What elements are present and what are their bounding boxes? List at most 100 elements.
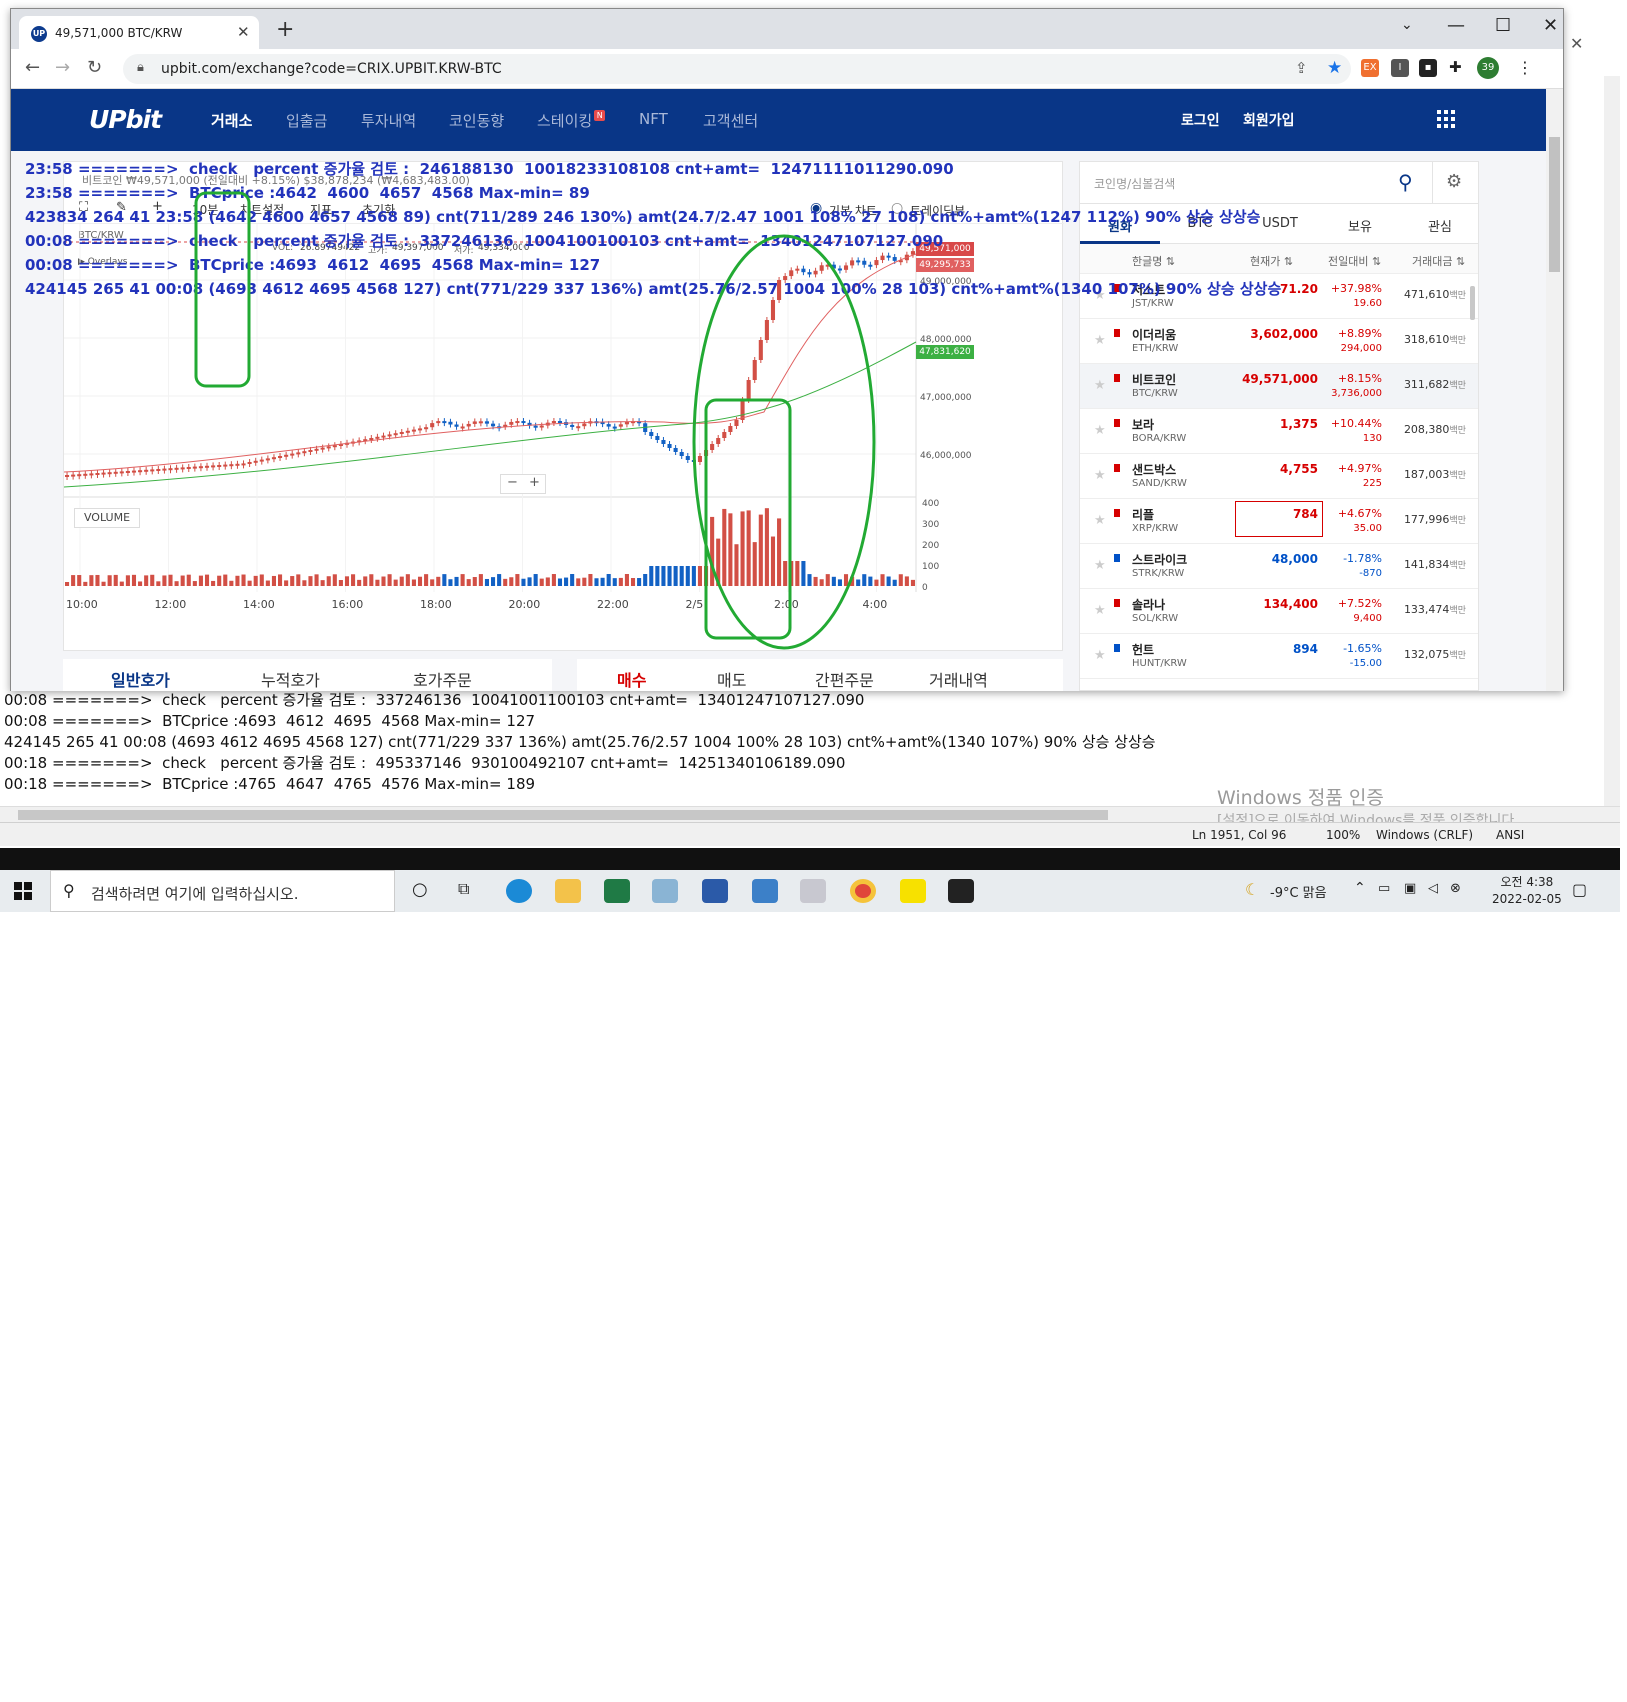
- forward-icon[interactable]: →: [55, 57, 70, 78]
- tab-search-icon[interactable]: ⌄: [1401, 17, 1413, 33]
- volume-icon[interactable]: ◁: [1428, 881, 1438, 896]
- notepad-app-icon[interactable]: [752, 879, 778, 903]
- candle: [697, 456, 702, 462]
- reload-icon[interactable]: ↻: [87, 57, 102, 78]
- nav-nft[interactable]: NFT: [639, 110, 668, 128]
- weather-text[interactable]: -9°C 맑음: [1270, 882, 1327, 901]
- tab-holdings[interactable]: 보유: [1320, 216, 1400, 235]
- star-icon[interactable]: ★: [1094, 603, 1106, 618]
- scrollbar-thumb[interactable]: [18, 810, 1108, 820]
- candle: [77, 474, 82, 477]
- close-icon[interactable]: ✕: [1570, 34, 1583, 53]
- star-icon[interactable]: ★: [1094, 648, 1106, 663]
- share-icon[interactable]: ⇪: [1295, 59, 1308, 77]
- profile-avatar[interactable]: 39: [1477, 57, 1499, 79]
- browser-vertical-scrollbar[interactable]: [1546, 89, 1563, 691]
- tab-orderbook-order[interactable]: 호가주문: [413, 667, 472, 691]
- back-icon[interactable]: ←: [25, 57, 40, 78]
- market-row[interactable]: ★ 헌트 HUNT/KRW 894 -1.65% -15.00 132,075백만: [1080, 634, 1478, 679]
- col-change[interactable]: 전일대비 ⇅: [1328, 253, 1381, 269]
- star-icon[interactable]: ★: [1094, 378, 1106, 393]
- tab-favorites[interactable]: 관심: [1400, 216, 1480, 235]
- star-icon[interactable]: ★: [1094, 558, 1106, 573]
- nav-support[interactable]: 고객센터: [703, 110, 758, 131]
- signup-link[interactable]: 회원가입: [1243, 110, 1295, 130]
- pycharm-icon[interactable]: [948, 879, 974, 903]
- market-row[interactable]: ★ 보라 BORA/KRW 1,375 +10.44% 130 208,380백만: [1080, 409, 1478, 454]
- tab-simple-order[interactable]: 간편주문: [815, 667, 874, 691]
- scrollbar-thumb[interactable]: [1549, 137, 1560, 272]
- file-explorer-icon[interactable]: [555, 879, 581, 903]
- extension-icon[interactable]: ▪: [1419, 59, 1437, 77]
- market-row[interactable]: ★ 샌드박스 SAND/KRW 4,755 +4.97% 225 187,003백만: [1080, 454, 1478, 499]
- star-icon[interactable]: ★: [1094, 513, 1106, 528]
- login-link[interactable]: 로그인: [1181, 110, 1220, 130]
- coin-change-amt: 225: [1362, 478, 1382, 489]
- upbit-logo[interactable]: UPbit: [89, 105, 162, 134]
- col-volume[interactable]: 거래대금 ⇅: [1412, 253, 1465, 269]
- taskbar-search[interactable]: ⚲ 검색하려면 여기에 입력하십시오.: [50, 870, 395, 912]
- search-icon[interactable]: ⚲: [1398, 170, 1413, 194]
- nav-staking[interactable]: 스테이킹 N: [537, 110, 606, 131]
- bookmark-star-icon[interactable]: ★: [1327, 58, 1342, 78]
- minimize-icon[interactable]: —: [1447, 15, 1465, 36]
- excel-icon[interactable]: [604, 879, 630, 903]
- notepad-text[interactable]: 00:08 =======> check percent 증가율 검토 : 33…: [4, 690, 1156, 795]
- tab-trade-history[interactable]: 거래내역: [929, 667, 988, 691]
- extension-icon[interactable]: EX: [1361, 59, 1379, 77]
- chrome-icon[interactable]: [850, 879, 876, 903]
- window-close-icon[interactable]: ✕: [1543, 15, 1558, 36]
- task-view-icon[interactable]: ⧉: [458, 879, 469, 899]
- volume-bar: [180, 575, 185, 586]
- market-row[interactable]: ★ 솔라나 SOL/KRW 134,400 +7.52% 9,400 133,474백만: [1080, 589, 1478, 634]
- tab-close-icon[interactable]: ✕: [237, 23, 250, 41]
- taskbar-search-placeholder: 검색하려면 여기에 입력하십시오.: [91, 885, 299, 903]
- candle: [424, 427, 429, 430]
- cortana-icon[interactable]: ○: [412, 879, 428, 900]
- chevron-up-icon[interactable]: ⌃: [1354, 880, 1366, 896]
- market-scrollbar-thumb[interactable]: [1470, 286, 1475, 320]
- star-icon[interactable]: ★: [1094, 333, 1106, 348]
- word-icon[interactable]: [702, 879, 728, 903]
- maximize-icon[interactable]: ☐: [1495, 15, 1511, 36]
- address-bar[interactable]: 🔒︎ upbit.com/exchange?code=CRIX.UPBIT.KR…: [123, 54, 1351, 84]
- network-icon[interactable]: ▣: [1404, 881, 1416, 896]
- market-row[interactable]: ★ 이더리움 ETH/KRW 3,602,000 +8.89% 294,000 318,61…: [1080, 319, 1478, 364]
- clock[interactable]: 오전 4:38 2022-02-05: [1492, 874, 1562, 908]
- market-row[interactable]: ★ 비트코인 BTC/KRW 49,571,000 +8.15% 3,736,000 311…: [1080, 364, 1478, 409]
- nav-exchange[interactable]: 거래소: [211, 110, 252, 131]
- zoom-out-button[interactable]: −: [507, 475, 518, 490]
- tab-cumulative-orderbook[interactable]: 누적호가: [261, 667, 320, 691]
- menu-dots-icon[interactable]: ⋮: [1517, 58, 1533, 77]
- tab-buy[interactable]: 매수: [617, 667, 646, 691]
- ime-icon[interactable]: ⊗: [1450, 881, 1461, 896]
- battery-icon[interactable]: ▭: [1378, 881, 1390, 896]
- extension-icon[interactable]: I: [1391, 59, 1409, 77]
- nav-trends[interactable]: 코인동향: [449, 110, 504, 131]
- tab-sell[interactable]: 매도: [717, 667, 746, 691]
- windows-start-icon[interactable]: [14, 882, 32, 900]
- paint-icon[interactable]: [800, 879, 826, 903]
- market-row[interactable]: ★ 스트라이크 STRK/KRW 48,000 -1.78% -870 141,834백만: [1080, 544, 1478, 589]
- volume-bar: [521, 578, 526, 586]
- star-icon[interactable]: ★: [1094, 468, 1106, 483]
- app-icon[interactable]: [652, 879, 678, 903]
- coin-volume: 177,996백만: [1404, 513, 1466, 526]
- volume-bar: [424, 574, 429, 586]
- nav-investments[interactable]: 투자내역: [361, 110, 416, 131]
- gear-icon[interactable]: ⚙: [1446, 171, 1462, 192]
- notepad-vertical-scrollbar[interactable]: [1604, 76, 1620, 806]
- tab-general-orderbook[interactable]: 일반호가: [111, 667, 170, 691]
- new-tab-button[interactable]: +: [276, 17, 294, 42]
- edge-icon[interactable]: [506, 879, 532, 903]
- kakaotalk-icon[interactable]: [900, 879, 926, 903]
- volume-bar: [211, 580, 216, 586]
- nav-deposit[interactable]: 입출금: [286, 110, 327, 131]
- grid-menu-icon[interactable]: [1437, 110, 1455, 128]
- coin-volume-value: 187,003: [1403, 468, 1450, 481]
- zoom-in-button[interactable]: +: [529, 475, 540, 490]
- notification-icon[interactable]: ▢: [1572, 880, 1587, 899]
- puzzle-icon[interactable]: ✚: [1449, 58, 1462, 76]
- star-icon[interactable]: ★: [1094, 423, 1106, 438]
- browser-tab[interactable]: UP 49,571,000 BTC/KRW ✕: [19, 16, 259, 49]
